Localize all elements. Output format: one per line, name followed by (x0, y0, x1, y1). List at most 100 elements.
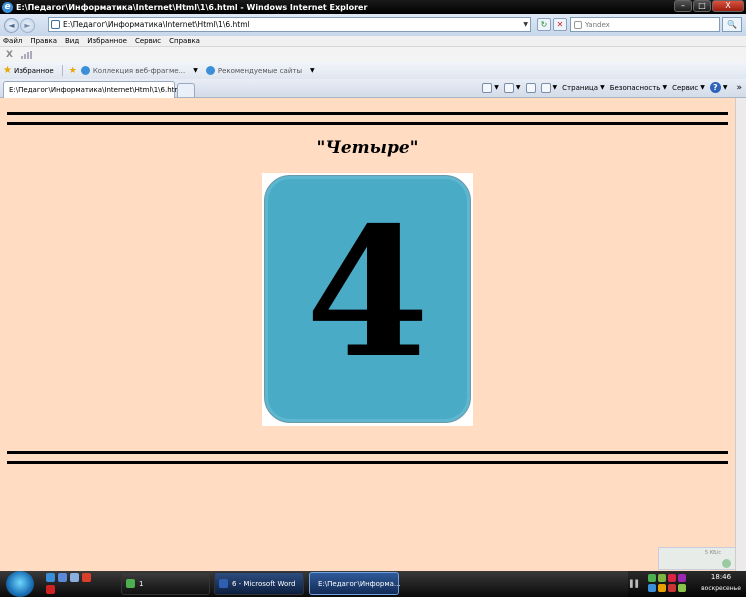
address-dropdown-icon[interactable]: ▼ (523, 21, 528, 28)
taskbar: 1 6 - Microsoft Word E:\Педагог\Информа.… (0, 571, 746, 597)
close-button[interactable]: X (712, 0, 744, 12)
system-tray: ▌▌ 18:46 воскресенье (628, 571, 746, 597)
clock-time: 18:46 (710, 573, 732, 581)
menu-file[interactable]: Файл (3, 37, 22, 45)
search-box[interactable] (570, 17, 720, 32)
signal-bars-icon (20, 50, 32, 59)
tray-app-icon[interactable] (648, 584, 656, 592)
chevron-down-icon[interactable]: ▼ (516, 84, 521, 91)
chevron-down-icon[interactable]: ▼ (494, 84, 499, 91)
taskbar-item-word[interactable]: 6 - Microsoft Word (214, 572, 304, 595)
number-card-image: 4 (264, 175, 471, 423)
page-heading: "Четыре" (316, 138, 419, 158)
address-row: ◄ ► E:\Педагог\Информатика\Internet\Html… (0, 14, 746, 36)
nvidia-icon[interactable] (678, 584, 686, 592)
chevron-down-icon[interactable]: ▼ (310, 67, 315, 74)
tab-active[interactable]: E:\Педагог\Информатика\Internet\Html\1\6… (3, 81, 183, 98)
feeds-icon[interactable] (503, 82, 514, 93)
forward-button[interactable]: ► (20, 17, 35, 33)
clock-day: воскресенье (701, 585, 741, 592)
chevron-down-icon[interactable]: ▼ (553, 84, 558, 91)
flash-quicklaunch-icon[interactable] (46, 585, 55, 594)
tab-title: E:\Педагог\Информатика\Internet\Html\1\6… (9, 86, 184, 94)
card-digit: 4 (305, 188, 430, 397)
favorite-web-slice-gallery[interactable]: Коллекция веб-фрагме... (93, 67, 185, 75)
desktop-quicklaunch-icon[interactable] (58, 573, 67, 582)
window-controls: – □ X (674, 0, 744, 12)
taskbar-item-label: 6 - Microsoft Word (232, 579, 296, 588)
back-button[interactable]: ◄ (4, 17, 19, 33)
command-bar: ▼ ▼ ▼ Страница ▼ Безопасность ▼ Сервис ▼ ? ▼… (482, 82, 742, 93)
horizontal-rule (7, 112, 728, 115)
address-bar[interactable]: E:\Педагог\Информатика\Internet\Html\1\6… (48, 17, 531, 32)
menu-favorites[interactable]: Избранное (87, 37, 127, 45)
vertical-scrollbar[interactable] (735, 98, 746, 571)
add-favorite-icon[interactable]: ★ (69, 66, 77, 76)
refresh-button[interactable]: ↻ (537, 18, 551, 31)
start-button[interactable] (6, 571, 34, 597)
antivirus-icon[interactable] (668, 574, 676, 582)
horizontal-rule (7, 461, 728, 464)
menu-help[interactable]: Справка (169, 37, 200, 45)
title-bar: e E:\Педагог\Информатика\Internet\Html\1… (0, 0, 746, 14)
safety-menu[interactable]: Безопасность (610, 84, 661, 92)
folder-icon (126, 579, 135, 588)
web-slice-icon (80, 66, 90, 75)
menu-tools[interactable]: Сервис (135, 37, 161, 45)
menu-edit[interactable]: Правка (30, 37, 57, 45)
home-icon[interactable] (482, 82, 493, 93)
tab-row: E:\Педагог\Информатика\Internet\Html\1\6… (0, 79, 746, 98)
taskbar-item-ie[interactable]: E:\Педагог\Информа... (309, 572, 401, 595)
tray-app-icon[interactable] (658, 584, 666, 592)
address-text[interactable]: E:\Педагог\Информатика\Internet\Html\1\6… (63, 20, 250, 29)
ie-logo-icon: e (2, 1, 13, 13)
menu-view[interactable]: Вид (65, 37, 79, 45)
tray-app-icon[interactable] (668, 584, 676, 592)
chevron-down-icon[interactable]: ▼ (662, 84, 667, 91)
mail-icon[interactable] (525, 82, 536, 93)
new-tab-button[interactable] (177, 83, 195, 97)
ie-quicklaunch-icon[interactable] (46, 573, 55, 582)
chevron-down-icon[interactable]: ▼ (193, 67, 198, 74)
app-quicklaunch-icon[interactable] (82, 573, 91, 582)
taskbar-item-1[interactable]: 1 (121, 572, 210, 595)
toolbar-close-icon[interactable]: X (6, 50, 13, 60)
print-icon[interactable] (540, 82, 551, 93)
word-icon (219, 579, 228, 588)
search-provider-icon (574, 20, 582, 29)
network-speed-text: 5 КБ/с (704, 550, 721, 556)
search-input[interactable] (585, 20, 705, 29)
horizontal-rule (7, 451, 728, 454)
chevron-down-icon[interactable]: ▼ (723, 84, 728, 91)
network-icon[interactable] (648, 574, 656, 582)
menu-bar: Файл Правка Вид Избранное Сервис Справка (0, 36, 746, 47)
favorites-star-icon: ★ (3, 65, 12, 76)
tools-menu[interactable]: Сервис (672, 84, 698, 92)
page-menu[interactable]: Страница (562, 84, 598, 92)
extra-toolbar: X (0, 47, 746, 62)
maximize-button[interactable]: □ (693, 0, 711, 12)
page-icon (51, 20, 60, 29)
tray-app-icon[interactable] (658, 574, 666, 582)
status-dot-icon (722, 559, 731, 568)
save-quicklaunch-icon[interactable] (70, 573, 79, 582)
horizontal-rule (7, 122, 728, 125)
network-meter-widget[interactable]: 5 КБ/с (658, 547, 735, 570)
suggested-sites-icon (205, 66, 215, 75)
search-button[interactable]: 🔍 (722, 17, 742, 32)
page-content: "Четыре" 4 5 КБ/с (0, 98, 735, 571)
favorite-suggested-sites[interactable]: Рекомендуемые сайты (218, 67, 302, 75)
more-commands-icon[interactable]: » (736, 83, 742, 93)
tray-expand-icon[interactable]: ▌▌ (630, 580, 641, 588)
chevron-down-icon[interactable]: ▼ (600, 84, 605, 91)
favorites-bar: ★ Избранное ★ Коллекция веб-фрагме... ▼ … (0, 62, 746, 79)
help-icon[interactable]: ? (709, 82, 721, 93)
tray-app-icon[interactable] (678, 574, 686, 582)
minimize-button[interactable]: – (674, 0, 692, 12)
chevron-down-icon[interactable]: ▼ (700, 84, 705, 91)
tray-icons (648, 574, 694, 592)
quick-launch (46, 573, 100, 594)
favorites-button[interactable]: Избранное (14, 67, 54, 75)
clock[interactable]: 18:46 воскресенье (698, 573, 744, 592)
stop-button[interactable]: ✕ (553, 18, 567, 31)
